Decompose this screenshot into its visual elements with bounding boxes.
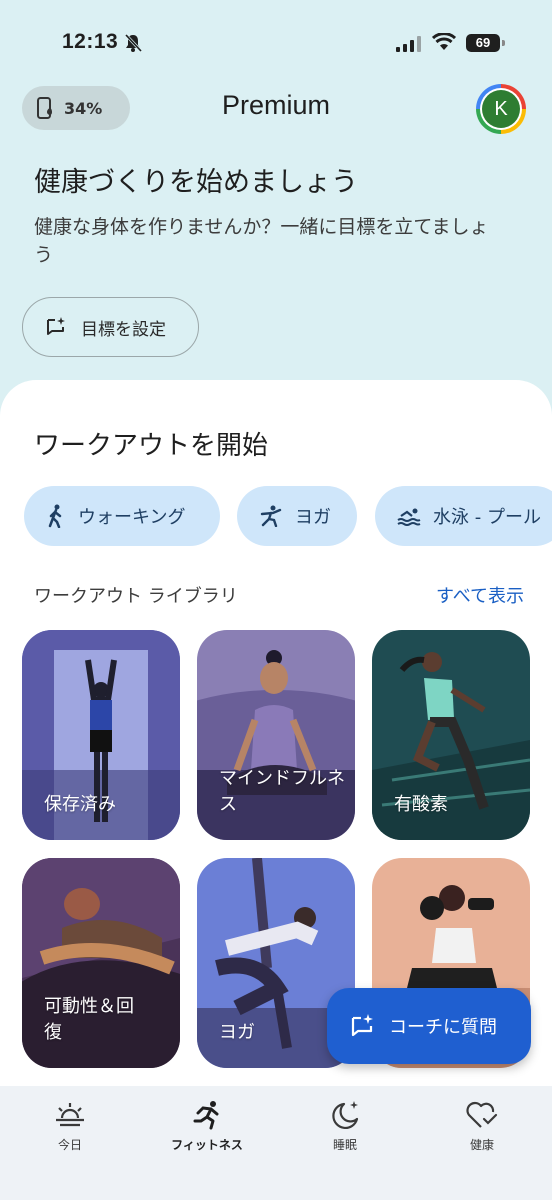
running-icon — [193, 1101, 219, 1130]
chip-yoga[interactable]: ヨガ — [237, 486, 357, 546]
chip-swimming[interactable]: 水泳 - プール — [375, 486, 552, 546]
hero-title: 健康づくりを始めましょう — [34, 167, 358, 198]
card-mobility[interactable]: 可動性＆回復 — [22, 858, 180, 1068]
status-bar: 12:13 69 — [0, 0, 552, 80]
workout-section-title: ワークアウトを開始 — [34, 431, 269, 461]
see-all-link[interactable]: すべて表示 — [436, 582, 524, 608]
chip-walking-label: ウォーキング — [78, 507, 186, 528]
sparkle-chat-icon — [47, 317, 65, 335]
chip-swimming-label: 水泳 - プール — [433, 507, 541, 528]
card-mindfulness-label: マインドフルネス — [219, 768, 345, 815]
nav-fitness-label: フィットネス — [171, 1138, 243, 1152]
yoga-icon — [260, 505, 282, 527]
set-goal-button[interactable]: 目標を設定 — [22, 297, 199, 357]
nav-sleep[interactable]: 睡眠 — [285, 1094, 405, 1153]
ask-coach-label: コーチに質問 — [389, 1017, 497, 1038]
library-label: ワークアウト ライブラリ — [34, 586, 238, 607]
chip-yoga-label: ヨガ — [295, 507, 331, 528]
nav-sleep-label: 睡眠 — [332, 1138, 357, 1152]
hero-subtitle: 健康な身体を作りませんか？一緒に目標を立てましょう — [34, 216, 489, 266]
card-cardio[interactable]: 有酸素 — [372, 630, 530, 840]
ask-coach-button[interactable]: コーチに質問 — [327, 988, 531, 1064]
page-title: Premium — [221, 90, 330, 120]
sunrise-icon — [56, 1103, 84, 1127]
wifi-icon — [432, 33, 456, 50]
swimming-icon — [397, 508, 421, 526]
signal-icon — [396, 36, 421, 52]
nav-health[interactable]: 健康 — [422, 1094, 542, 1153]
avatar-initial: K — [482, 90, 520, 128]
account-avatar[interactable]: K — [476, 84, 526, 134]
set-goal-label: 目標を設定 — [81, 319, 166, 340]
bell-muted-icon — [124, 33, 142, 53]
chip-walking[interactable]: ウォーキング — [24, 486, 220, 546]
walking-icon — [48, 504, 62, 528]
card-mobility-label: 可動性＆回復 — [44, 996, 134, 1043]
bottom-navigation: 今日 フィットネス 睡眠 健康 — [0, 1086, 552, 1200]
card-mindfulness[interactable]: マインドフルネス — [197, 630, 355, 840]
nav-fitness[interactable]: フィットネス — [147, 1094, 267, 1153]
card-saved-label: 保存済み — [44, 794, 116, 815]
battery-indicator: 69 — [466, 34, 500, 52]
card-saved[interactable]: 保存済み — [22, 630, 180, 840]
sparkle-chat-icon — [351, 1014, 373, 1037]
moon-sparkle-icon — [332, 1101, 359, 1129]
card-cardio-label: 有酸素 — [394, 794, 448, 815]
card-yoga-label: ヨガ — [219, 1022, 255, 1043]
nav-today-label: 今日 — [57, 1138, 82, 1152]
status-time: 12:13 — [62, 30, 119, 53]
heart-check-icon — [466, 1101, 498, 1128]
nav-health-label: 健康 — [469, 1138, 494, 1152]
nav-today[interactable]: 今日 — [10, 1094, 130, 1153]
battery-tip — [502, 40, 505, 46]
